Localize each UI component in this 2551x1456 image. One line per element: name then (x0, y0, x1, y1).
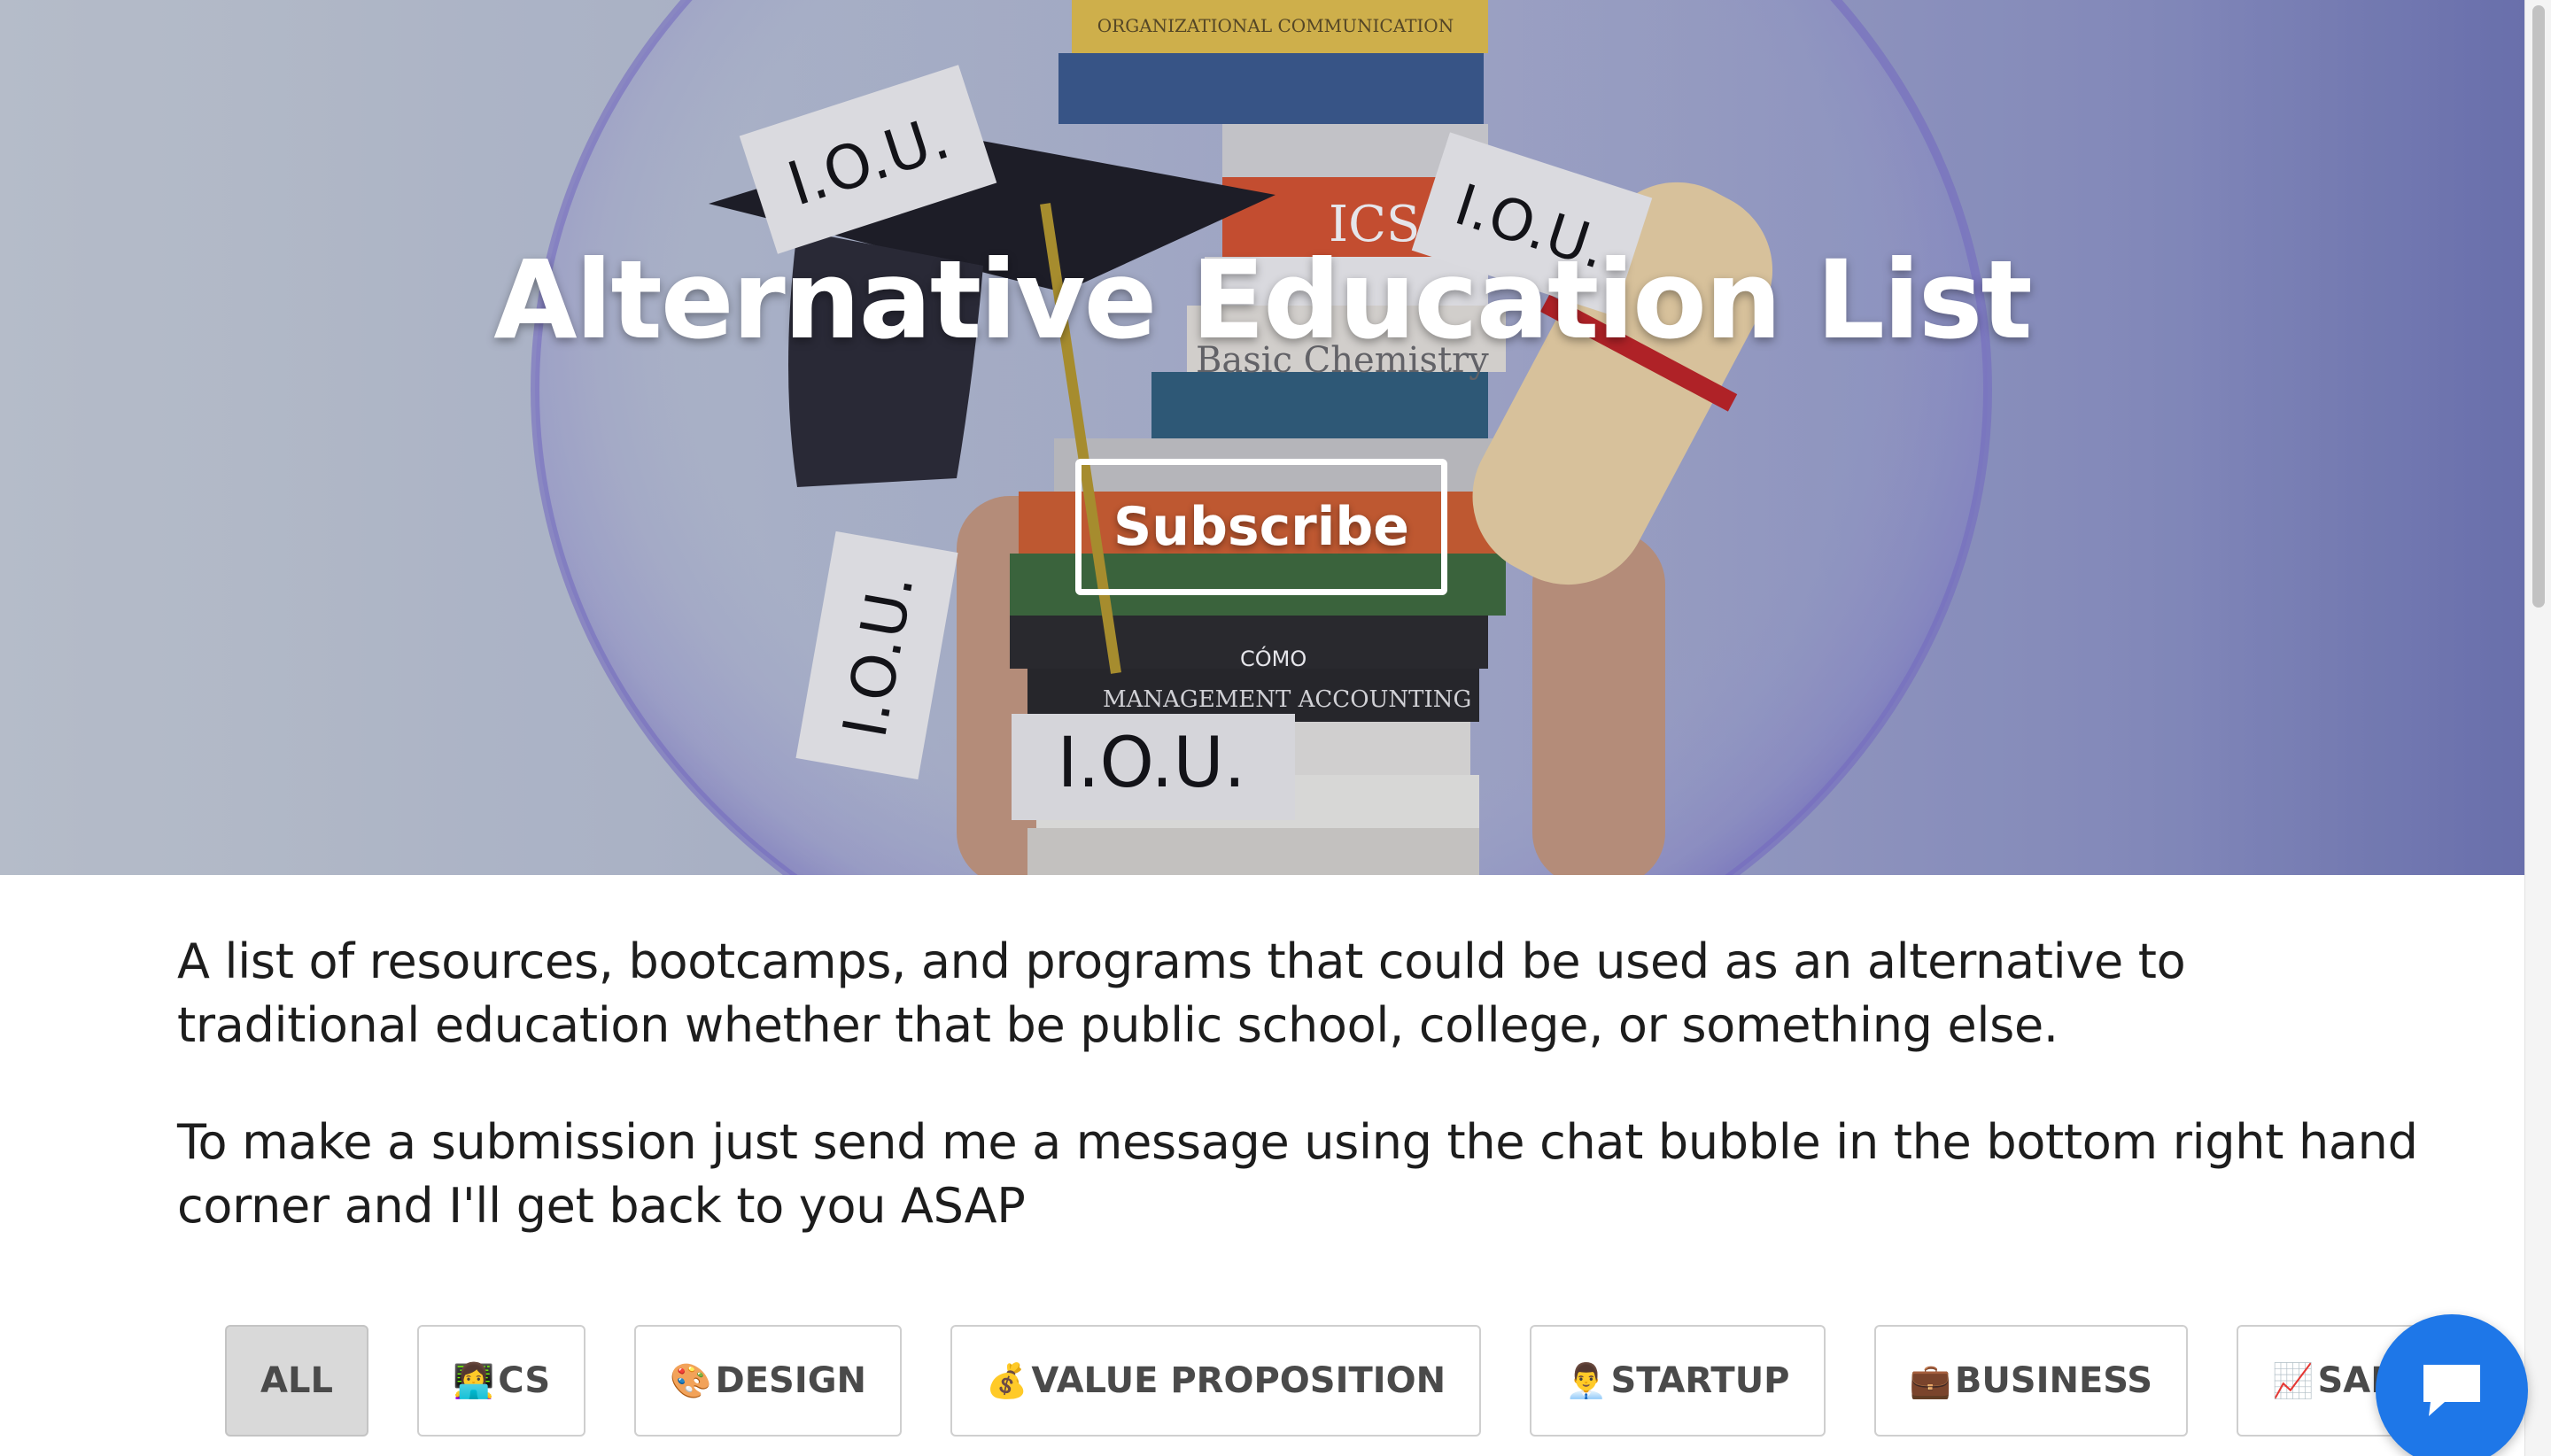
filter-label: CS (498, 1360, 551, 1401)
chat-bubble-icon (2423, 1365, 2480, 1416)
filter-startup-button[interactable]: 👨‍💼 STARTUP (1530, 1325, 1826, 1437)
chart-increasing-icon: 📈 (2272, 1360, 2315, 1400)
money-bag-icon: 💰 (986, 1360, 1028, 1400)
office-worker-icon: 👨‍💼 (1565, 1360, 1608, 1400)
subscribe-button[interactable]: Subscribe (1075, 459, 1447, 595)
hero-overlay (0, 0, 2524, 875)
filter-value-proposition-button[interactable]: 💰 VALUE PROPOSITION (950, 1325, 1482, 1437)
filter-business-button[interactable]: 💼 BUSINESS (1873, 1325, 2189, 1437)
filter-label: VALUE PROPOSITION (1031, 1360, 1446, 1401)
briefcase-icon: 💼 (1909, 1360, 1951, 1400)
filter-label: DESIGN (715, 1360, 867, 1401)
scrollbar-thumb[interactable] (2532, 5, 2545, 608)
filter-design-button[interactable]: 🎨 DESIGN (634, 1325, 903, 1437)
hero-banner: ORGANIZATIONAL COMMUNICATION ICS Basic C… (0, 0, 2524, 875)
palette-icon: 🎨 (670, 1360, 712, 1400)
page-scrollbar[interactable] (2524, 0, 2551, 1456)
technologist-icon: 👩‍💻 (452, 1360, 495, 1400)
filter-all-button[interactable]: ALL (225, 1325, 368, 1437)
filter-label: STARTUP (1610, 1360, 1790, 1401)
submission-paragraph: To make a submission just send me a mess… (177, 1114, 2418, 1234)
category-filters: ALL 👩‍💻 CS 🎨 DESIGN 💰 VALUE PROPOSITION … (225, 1325, 2478, 1437)
filter-label: BUSINESS (1954, 1360, 2153, 1401)
chat-launcher-button[interactable] (2376, 1314, 2528, 1456)
intro-paragraph: A list of resources, bootcamps, and prog… (177, 933, 2186, 1053)
page-title: Alternative Education List (493, 237, 2032, 363)
intro-section: A list of resources, bootcamps, and prog… (177, 930, 2427, 1238)
filter-cs-button[interactable]: 👩‍💻 CS (416, 1325, 586, 1437)
filter-label: ALL (260, 1360, 333, 1401)
